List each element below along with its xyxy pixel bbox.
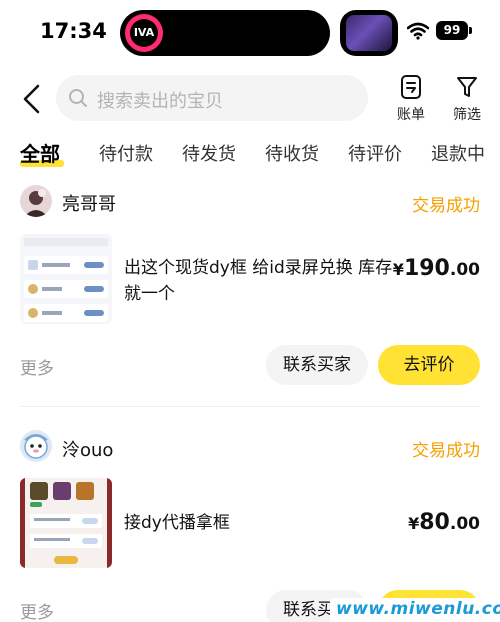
dynamic-island[interactable]: IVA — [120, 10, 330, 56]
divider — [20, 406, 480, 407]
watermark-text: www.miwenlu.com — [336, 599, 500, 619]
order-status: 交易成功 — [412, 196, 480, 216]
buyer-name[interactable]: 泠ouo — [62, 436, 113, 462]
buyer-name[interactable]: 亮哥哥 — [62, 190, 116, 216]
product-thumbnail[interactable] — [20, 478, 112, 568]
filter-button[interactable]: 筛选 — [443, 74, 491, 124]
avatar[interactable] — [20, 430, 52, 462]
tab-pending-shipment[interactable]: 待发货 — [182, 140, 236, 166]
media-thumbnail[interactable] — [340, 10, 398, 56]
price-symbol: ¥ — [392, 260, 404, 279]
wifi-icon — [407, 22, 429, 40]
more-button[interactable]: 更多 — [20, 354, 54, 379]
price-symbol: ¥ — [408, 514, 420, 533]
bill-button[interactable]: 账单 — [387, 74, 435, 124]
filter-icon — [457, 77, 477, 97]
tab-refunding[interactable]: 退款中 — [431, 140, 485, 166]
bill-label: 账单 — [397, 107, 425, 123]
tab-pending-receipt[interactable]: 待收货 — [265, 140, 319, 166]
order-price: ¥80.00 — [408, 510, 480, 535]
search-placeholder: 搜索卖出的宝贝 — [97, 91, 223, 112]
app-logo-text: IVA — [130, 19, 158, 47]
tab-pending-payment[interactable]: 待付款 — [99, 140, 153, 166]
avatar[interactable] — [20, 185, 52, 217]
media-artwork — [346, 15, 392, 51]
order-tabs: 全部 待付款 待发货 待收货 待评价 退款中 — [0, 136, 500, 172]
review-button[interactable]: 去评价 — [378, 345, 480, 385]
product-thumbnail[interactable] — [20, 234, 112, 324]
product-title[interactable]: 出这个现货dy框 给id录屏兑换 库存就一个 — [124, 255, 394, 307]
product-title[interactable]: 接dy代播拿框 — [124, 510, 394, 536]
tab-pending-review[interactable]: 待评价 — [348, 140, 402, 166]
back-icon[interactable] — [16, 82, 50, 116]
order-status: 交易成功 — [412, 441, 480, 461]
more-button[interactable]: 更多 — [20, 598, 54, 622]
battery-tip — [469, 27, 472, 34]
price-decimal: .00 — [449, 514, 480, 534]
app-logo-icon: IVA — [125, 14, 163, 52]
search-icon — [69, 89, 87, 107]
bill-icon — [401, 75, 421, 99]
price-integer: 80 — [419, 510, 450, 535]
status-bar: 17:34 IVA 99 — [0, 0, 500, 64]
battery-icon: 99 — [436, 21, 468, 40]
contact-buyer-button[interactable]: 联系买家 — [266, 345, 368, 385]
tab-all[interactable]: 全部 — [20, 138, 60, 167]
search-input[interactable]: 搜索卖出的宝贝 — [56, 75, 368, 121]
price-integer: 190 — [403, 256, 450, 281]
watermark: www.miwenlu.com — [330, 598, 500, 622]
filter-label: 筛选 — [453, 107, 481, 123]
price-decimal: .00 — [449, 260, 480, 280]
order-price: ¥190.00 — [393, 256, 480, 281]
status-time: 17:34 — [40, 19, 107, 43]
